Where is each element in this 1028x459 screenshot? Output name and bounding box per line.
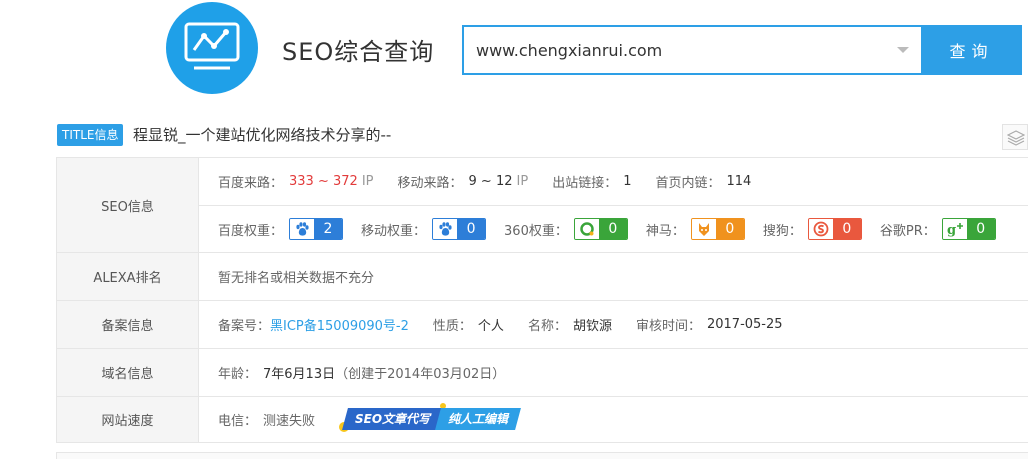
weight-value: 2 bbox=[314, 219, 343, 239]
shenma-icon bbox=[691, 219, 716, 239]
traffic-line: 百度来路： 333 ~ 372 IP 移动来路： 9 ~ 12 IP 出站链接：… bbox=[199, 158, 1028, 205]
weight-value: 0 bbox=[598, 219, 627, 239]
weight-badge[interactable]: 0 bbox=[690, 218, 745, 240]
icp-nature-value: 个人 bbox=[477, 319, 504, 334]
site-logo[interactable] bbox=[166, 2, 258, 94]
ad-right-text: 纯人工编辑 bbox=[448, 411, 509, 426]
weight-badge[interactable]: 2 bbox=[289, 218, 344, 240]
baidu-traffic-value[interactable]: 333 ~ 372 bbox=[289, 174, 358, 189]
mobile-paw-icon bbox=[433, 219, 458, 239]
weights-line: 百度权重： 2 移动权重： 0 360权重： 0 神马： 0 搜狗： 0 谷歌P… bbox=[199, 205, 1028, 252]
ad-right-segment: 纯人工编辑 bbox=[435, 407, 522, 430]
weight-key: 神马： bbox=[645, 223, 685, 239]
row-label: ALEXA排名 bbox=[57, 253, 199, 300]
weight-badge[interactable]: 0 bbox=[432, 218, 487, 240]
row-label: 备案信息 bbox=[57, 301, 199, 348]
domain-line: 年龄： 7年6月13日 （创建于2014年03月02日） bbox=[199, 349, 1028, 396]
page-title-text: 程显锐_一个建站优化网络技术分享的-- bbox=[133, 126, 392, 144]
icp-review-value: 2017-05-25 bbox=[706, 317, 783, 332]
ad-left-segment: SEO文章代写 bbox=[342, 407, 444, 430]
weight-value: 0 bbox=[457, 219, 486, 239]
site-title: SEO综合查询 bbox=[282, 38, 435, 66]
mobile-traffic-key: 移动来路： bbox=[397, 176, 463, 191]
weight-badge[interactable]: g 0 bbox=[941, 218, 996, 240]
icp-row: 备案信息 备案号： 黑ICP备15009090号-2 性质： 个人 名称： 胡钦… bbox=[57, 301, 1028, 349]
weight-badge[interactable]: 0 bbox=[573, 218, 628, 240]
row-label: SEO信息 bbox=[57, 158, 199, 252]
homepage-links-key: 首页内链： bbox=[655, 176, 721, 191]
domain-created-date: （创建于2014年03月02日） bbox=[335, 367, 506, 382]
title-info-badge: TITLE信息 bbox=[57, 124, 124, 146]
search-button[interactable]: 查询 bbox=[921, 25, 1022, 75]
weight-key: 谷歌PR： bbox=[879, 223, 936, 239]
weight-key: 百度权重： bbox=[218, 223, 284, 239]
domain-row: 域名信息 年龄： 7年6月13日 （创建于2014年03月02日） bbox=[57, 349, 1028, 397]
baidu-traffic-key: 百度来路： bbox=[218, 176, 284, 191]
icp-review-key: 审核时间： bbox=[635, 319, 701, 334]
weight-value: 0 bbox=[832, 219, 861, 239]
weight-badge[interactable]: 0 bbox=[807, 218, 862, 240]
weight-value: 0 bbox=[966, 219, 995, 239]
icp-nature-key: 性质： bbox=[432, 319, 472, 334]
weight-mobile[interactable]: 移动权重： 0 bbox=[361, 218, 487, 240]
layers-icon bbox=[1007, 130, 1025, 146]
google-plus-icon: g bbox=[942, 219, 967, 239]
seo-info-row: SEO信息 百度来路： 333 ~ 372 IP 移动来路： 9 ~ 12 IP… bbox=[57, 158, 1028, 253]
domain-search-input[interactable] bbox=[476, 27, 876, 73]
360-icon bbox=[574, 219, 599, 239]
speed-row: 网站速度 电信： 测速失败 SEO文章代写 纯人工编辑 bbox=[57, 397, 1028, 443]
icp-line: 备案号： 黑ICP备15009090号-2 性质： 个人 名称： 胡钦源 审核时… bbox=[199, 301, 1028, 348]
svg-text:g: g bbox=[947, 223, 956, 237]
seo-writing-ad-banner[interactable]: SEO文章代写 纯人工编辑 bbox=[339, 402, 522, 432]
icp-number-key: 备案号： bbox=[218, 319, 271, 334]
domain-age-value: 7年6月13日 bbox=[263, 367, 336, 382]
weight-value: 0 bbox=[715, 219, 744, 239]
next-table-edge bbox=[56, 452, 1028, 459]
mobile-traffic-value: 9 ~ 12 bbox=[468, 174, 513, 189]
outbound-links-key: 出站链接： bbox=[552, 176, 618, 191]
weight-sogou[interactable]: 搜狗： 0 bbox=[763, 218, 862, 240]
row-label: 域名信息 bbox=[57, 349, 199, 396]
weight-google-pr[interactable]: 谷歌PR： g 0 bbox=[880, 218, 996, 240]
baidu-paw-icon bbox=[290, 219, 315, 239]
baidu-traffic-unit: IP bbox=[361, 174, 374, 189]
history-dropdown-icon[interactable] bbox=[897, 47, 909, 53]
sogou-icon bbox=[808, 219, 833, 239]
weight-shenma[interactable]: 神马： 0 bbox=[646, 218, 745, 240]
weight-key: 移动权重： bbox=[361, 223, 427, 239]
alexa-line: 暂无排名或相关数据不充分 bbox=[199, 253, 1028, 300]
seo-info-table: SEO信息 百度来路： 333 ~ 372 IP 移动来路： 9 ~ 12 IP… bbox=[56, 157, 1028, 443]
speed-line: 电信： 测速失败 SEO文章代写 纯人工编辑 bbox=[199, 397, 1028, 442]
weight-baidu[interactable]: 百度权重： 2 bbox=[218, 218, 344, 240]
alexa-row: ALEXA排名 暂无排名或相关数据不充分 bbox=[57, 253, 1028, 301]
weight-key: 搜狗： bbox=[762, 223, 802, 239]
ad-left-text: SEO文章代写 bbox=[355, 411, 431, 426]
search-box bbox=[462, 25, 921, 75]
icp-number-link[interactable]: 黑ICP备15009090号-2 bbox=[270, 315, 409, 334]
mobile-traffic-unit: IP bbox=[516, 174, 529, 189]
homepage-links-value[interactable]: 114 bbox=[727, 174, 752, 189]
weight-360[interactable]: 360权重： 0 bbox=[504, 218, 628, 240]
icp-name-key: 名称： bbox=[527, 319, 567, 334]
row-label: 网站速度 bbox=[57, 397, 199, 442]
telecom-key: 电信： bbox=[218, 414, 258, 429]
telecom-value: 测速失败 bbox=[263, 414, 316, 429]
outbound-links-value[interactable]: 1 bbox=[623, 174, 631, 189]
alexa-rank-text: 暂无排名或相关数据不充分 bbox=[218, 271, 375, 286]
weight-key: 360权重： bbox=[504, 223, 568, 239]
domain-age-key: 年龄： bbox=[218, 367, 258, 382]
chart-monitor-icon bbox=[184, 22, 240, 70]
side-layers-button[interactable] bbox=[1002, 124, 1028, 150]
icp-name-value: 胡钦源 bbox=[572, 319, 612, 334]
